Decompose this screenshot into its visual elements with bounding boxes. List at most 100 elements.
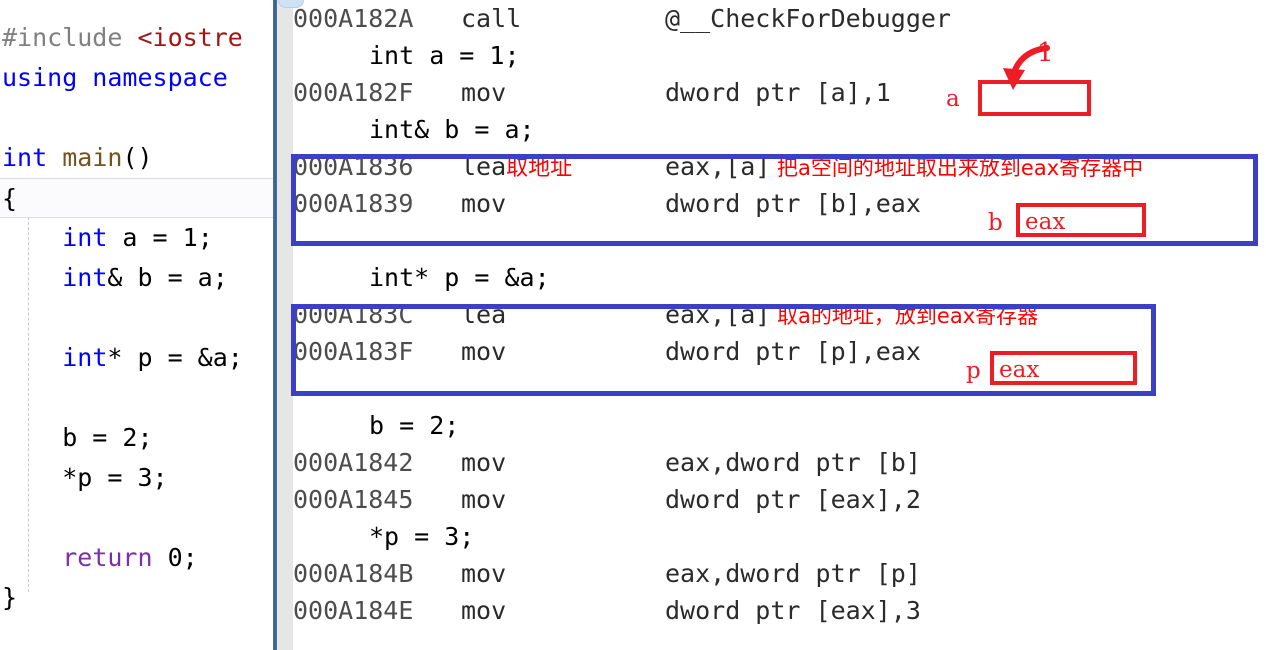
disassembly-instruction-row[interactable]: 000A1845 mov dword ptr [eax],2 [293,481,1266,518]
instruction-address: 000A183C [293,300,414,329]
source-token: { [2,184,18,213]
disassembly-view[interactable]: 000A182A call @__CheckForDebugger int a = 1… [277,0,1266,650]
instruction-mnemonic: mov [461,74,506,111]
source-line[interactable]: using namespace [0,58,273,98]
source-line[interactable] [0,298,273,338]
operand-annotation-note: 把a空间的地址取出来放到eax寄存器中 [770,156,1144,180]
instruction-mnemonic: call [461,0,521,37]
instruction-operands-text: eax,[a] [665,300,771,329]
source-line[interactable]: int main() [0,138,273,178]
disassembly-instruction-row[interactable]: 000A182A call @__CheckForDebugger [293,0,1266,37]
instruction-mnemonic: mov [461,185,506,222]
instruction-mnemonic-text: mov [461,596,507,625]
instruction-operands: eax,dword ptr [b] [665,444,921,481]
disassembly-source-line[interactable]: int& b = a; [293,111,1266,148]
source-line[interactable]: *p = 3; [0,458,273,498]
instruction-operands: eax,dword ptr [p] [665,555,921,592]
source-token: ; [197,223,213,252]
instruction-mnemonic-text: mov [461,448,507,477]
source-token: int [62,343,108,372]
instruction-address: 000A184B [293,559,414,588]
source-token [47,143,62,172]
source-token: int [2,143,48,172]
instruction-operands: eax,[a] 取a的地址，放到eax寄存器 [665,296,1038,335]
instruction-address: 000A1842 [293,448,414,477]
disassembly-instruction-row[interactable]: 000A184E mov dword ptr [eax],3 [293,592,1266,629]
instruction-operands-text: dword ptr [b],eax [665,189,921,218]
source-token: <iostre [137,23,243,52]
disassembly-instruction-row[interactable]: 000A1842 mov eax,dword ptr [b] [293,444,1266,481]
source-token: () [122,143,153,172]
red-label-a: a [946,86,960,112]
instruction-operands: dword ptr [eax],2 [665,481,921,518]
operand-annotation-note: 取a的地址，放到eax寄存器 [770,304,1039,328]
disassembly-instruction-row[interactable]: 000A1836 lea取地址 eax,[a] 把a空间的地址取出来放到eax寄存器… [293,148,1266,185]
source-token: & b = a; [107,263,228,292]
instruction-mnemonic-text: lea [461,152,507,181]
source-token [2,263,62,292]
source-token: int [62,263,108,292]
source-token: 1 [182,223,198,252]
instruction-operands-text: dword ptr [p],eax [665,337,921,366]
instruction-operands-text: dword ptr [a],1 [665,78,891,107]
instruction-operands: dword ptr [p],eax [665,333,921,370]
source-line[interactable]: b = 2; [0,418,273,458]
instruction-operands: dword ptr [eax],3 [665,592,921,629]
source-token: using namespace [2,63,243,92]
source-token: 3 [137,463,153,492]
disassembly-source-line[interactable]: b = 2; [293,407,1266,444]
source-token [2,343,62,372]
disassembly-source-line[interactable]: int a = 1; [293,37,1266,74]
disassembly-gutter[interactable] [277,0,304,650]
instruction-mnemonic: lea [461,296,506,333]
disassembly-instruction-row[interactable]: 000A183C lea eax,[a] 取a的地址，放到eax寄存器 [293,296,1266,333]
source-line[interactable]: #include <iostre [0,18,273,58]
source-line[interactable] [0,98,273,138]
source-token: } [2,583,18,612]
instruction-operands-text: dword ptr [eax],2 [665,485,921,514]
source-line[interactable]: int& b = a; [0,258,273,298]
disassembly-instruction-row[interactable]: 000A184B mov eax,dword ptr [p] [293,555,1266,592]
instruction-mnemonic: mov [461,555,506,592]
red-arrow-label-1: 1 [1037,38,1054,68]
source-token [2,543,62,572]
instruction-mnemonic-text: mov [461,559,507,588]
source-line[interactable]: return 0; [0,538,273,578]
source-token: main [62,143,123,172]
instruction-mnemonic-text: mov [461,485,507,514]
instruction-mnemonic-text: call [461,4,522,33]
source-line[interactable] [0,378,273,418]
source-token [153,543,168,572]
instruction-mnemonic-text: mov [461,337,507,366]
red-label-p: p [966,358,981,384]
disassembly-source-line[interactable]: int* p = &a; [293,259,1266,296]
source-token: * p = &a; [107,343,243,372]
source-token [2,223,62,252]
instruction-operands: @__CheckForDebugger [665,0,951,37]
source-line[interactable]: int* p = &a; [0,338,273,378]
instruction-operands-text: dword ptr [eax],3 [665,596,921,625]
source-line[interactable]: { [0,178,273,218]
source-line[interactable]: } [0,578,273,618]
disassembly-source-line[interactable]: *p = 3; [293,518,1266,555]
source-code-editor[interactable]: #include <iostre using namespace int main… [0,0,273,650]
instruction-address: 000A182A [293,4,414,33]
disassembly-source-text: int* p = &a; [369,263,550,292]
red-value-text-p: eax [999,357,1040,383]
pane-splitter-line [274,0,276,650]
source-token: 2 [122,423,138,452]
instruction-operands-text: eax,[a] [665,152,771,181]
instruction-address: 000A1845 [293,485,414,514]
instruction-mnemonic: lea取地址 [461,148,572,187]
instruction-mnemonic-text: mov [461,78,507,107]
source-token: b = [2,423,123,452]
source-token: *p = [2,463,138,492]
source-line[interactable] [0,498,273,538]
source-token: ; [182,543,198,572]
instruction-address: 000A182F [293,78,414,107]
disassembly-source-text: b = 2; [369,411,460,440]
source-line[interactable]: int a = 1; [0,218,273,258]
source-token: a = [107,223,183,252]
disassembly-instruction-row[interactable]: 000A182F mov dword ptr [a],1 [293,74,1266,111]
source-token: 0 [167,543,183,572]
